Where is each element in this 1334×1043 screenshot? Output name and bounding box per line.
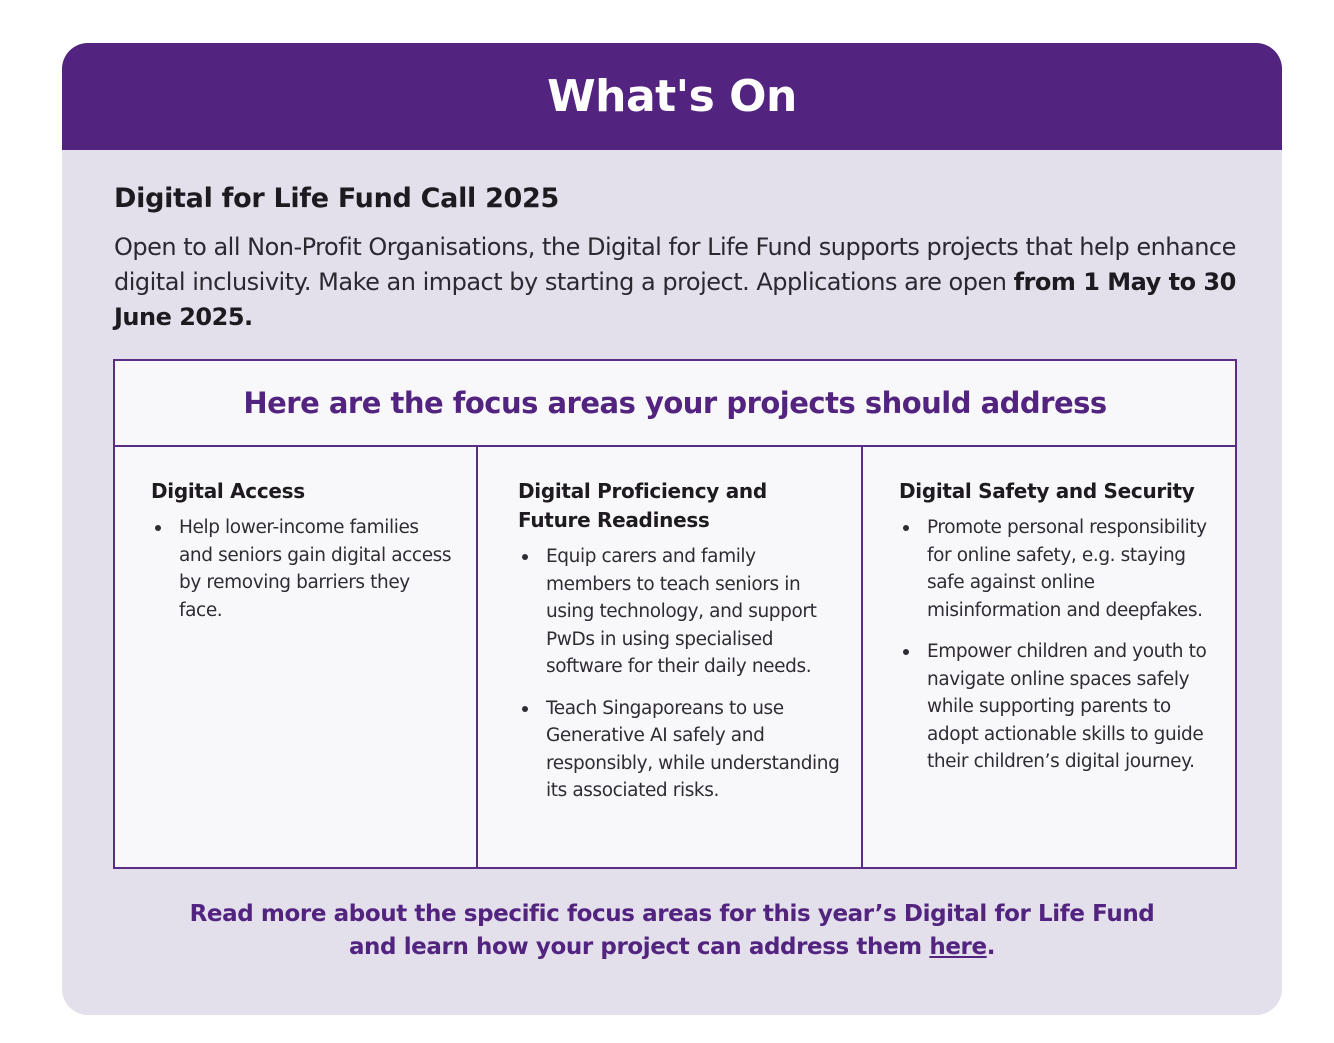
- focus-areas-columns: Digital Access Help lower-income familie…: [115, 447, 1235, 867]
- bullet-icon: [522, 554, 528, 560]
- read-more-line-2: and learn how your project can address t…: [62, 931, 1282, 964]
- fund-intro: Digital for Life Fund Call 2025 Open to …: [114, 183, 1238, 335]
- read-more-period: .: [986, 934, 996, 960]
- focus-areas-title: Here are the focus areas your projects s…: [243, 386, 1107, 420]
- focus-areas-panel: Here are the focus areas your projects s…: [113, 359, 1237, 869]
- focus-area-digital-access: Digital Access Help lower-income familie…: [115, 447, 476, 867]
- card-header: What's On: [62, 43, 1282, 150]
- read-more-line-2-text: and learn how your project can address t…: [348, 934, 930, 960]
- read-more-text: Read more about the specific focus areas…: [62, 898, 1282, 964]
- fund-description: Open to all Non-Profit Organisations, th…: [114, 230, 1238, 335]
- whats-on-card: What's On Digital for Life Fund Call 202…: [62, 43, 1282, 1015]
- list-item-text: Promote personal responsibility for onli…: [927, 517, 1207, 621]
- list-item-text: Empower children and youth to navigate o…: [927, 641, 1207, 772]
- bullet-icon: [522, 705, 528, 712]
- focus-area-digital-proficiency: Digital Proficiency and Future Readiness…: [476, 447, 861, 867]
- here-link[interactable]: here: [929, 934, 987, 960]
- list-item: Promote personal responsibility for onli…: [899, 514, 1215, 624]
- page-title: What's On: [547, 71, 797, 122]
- focus-area-heading: Digital Safety and Security: [899, 479, 1195, 503]
- list-item-text: Help lower-income families and seniors g…: [179, 517, 452, 621]
- focus-area-heading: Digital Proficiency and Future Readiness: [518, 479, 767, 532]
- fund-title: Digital for Life Fund Call 2025: [114, 183, 560, 214]
- focus-area-list: Help lower-income families and seniors g…: [151, 514, 456, 624]
- read-more-line-1: Read more about the specific focus areas…: [189, 901, 1155, 927]
- list-item: Help lower-income families and seniors g…: [151, 514, 456, 624]
- list-item: Equip carers and family members to teach…: [518, 543, 841, 681]
- list-item-text: Teach Singaporeans to use Generative AI …: [546, 697, 840, 802]
- bullet-icon: [903, 525, 909, 531]
- focus-area-heading: Digital Access: [151, 479, 305, 503]
- bullet-icon: [155, 525, 161, 531]
- list-item: Teach Singaporeans to use Generative AI …: [518, 695, 841, 805]
- focus-area-digital-safety: Digital Safety and Security Promote pers…: [861, 447, 1235, 867]
- focus-area-list: Promote personal responsibility for onli…: [899, 514, 1215, 776]
- list-item: Empower children and youth to navigate o…: [899, 638, 1215, 776]
- list-item-text: Equip carers and family members to teach…: [546, 546, 817, 677]
- focus-area-list: Equip carers and family members to teach…: [518, 543, 841, 805]
- bullet-icon: [903, 649, 909, 655]
- focus-areas-title-bar: Here are the focus areas your projects s…: [115, 361, 1235, 447]
